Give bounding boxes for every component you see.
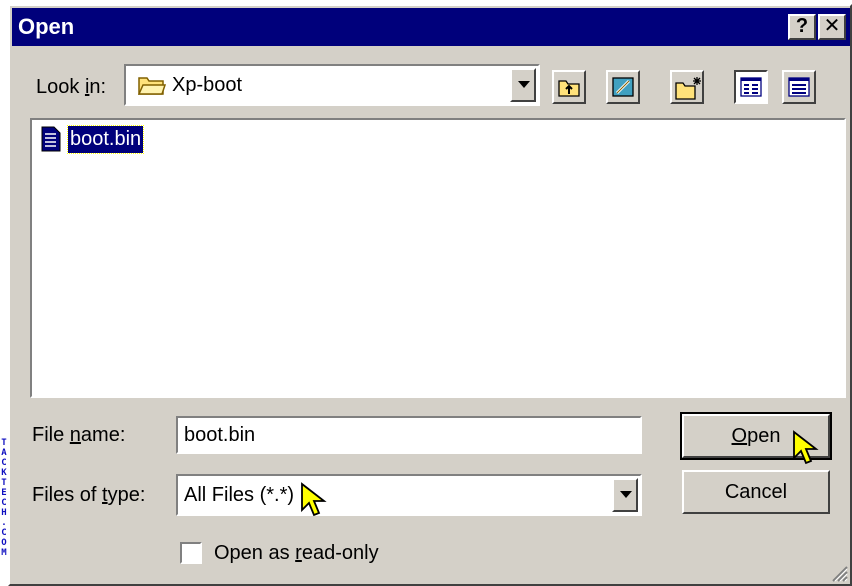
look-in-label: Look in: bbox=[36, 76, 107, 98]
open-dialog: Open ? ✕ Look in: Xp-boot boot.bin File … bbox=[8, 4, 852, 586]
files-of-type-value: All Files (*.*) bbox=[184, 484, 295, 506]
look-in-dropdown-button[interactable] bbox=[510, 68, 536, 102]
look-in-value: Xp-boot bbox=[172, 74, 243, 96]
folder-icon bbox=[138, 77, 166, 95]
files-of-type-label: Files of type: bbox=[32, 484, 146, 506]
up-one-level-icon bbox=[558, 80, 580, 97]
list-view-button[interactable] bbox=[734, 70, 768, 104]
go-to-desktop-button[interactable] bbox=[606, 70, 640, 104]
watermark-text: TACKTECH.COM bbox=[1, 438, 7, 558]
close-button[interactable]: ✕ bbox=[818, 14, 846, 40]
up-one-level-button[interactable] bbox=[552, 70, 586, 104]
read-only-checkbox[interactable] bbox=[180, 542, 202, 564]
file-item-name: boot.bin bbox=[66, 125, 145, 154]
new-folder-icon bbox=[675, 77, 701, 100]
document-icon bbox=[41, 126, 61, 152]
file-name-input[interactable]: boot.bin bbox=[176, 416, 642, 454]
help-button[interactable]: ? bbox=[788, 14, 816, 40]
desktop-icon bbox=[612, 77, 634, 97]
files-of-type-dropdown-button[interactable] bbox=[612, 478, 638, 512]
create-new-folder-button[interactable] bbox=[670, 70, 704, 104]
dialog-title: Open bbox=[18, 14, 75, 39]
file-name-value: boot.bin bbox=[184, 424, 256, 446]
look-in-combo[interactable]: Xp-boot bbox=[124, 64, 540, 106]
resize-grip-icon[interactable] bbox=[830, 564, 848, 582]
mouse-pointer-icon bbox=[301, 482, 327, 517]
cancel-button[interactable]: Cancel bbox=[682, 470, 830, 514]
files-of-type-combo[interactable]: All Files (*.*) bbox=[176, 474, 642, 516]
title-bar[interactable]: Open ? ✕ bbox=[12, 8, 850, 46]
read-only-label[interactable]: Open as read-only bbox=[214, 542, 379, 565]
file-name-label: File name: bbox=[32, 424, 126, 446]
file-list[interactable]: boot.bin bbox=[30, 118, 846, 398]
list-view-icon bbox=[740, 77, 762, 97]
mouse-pointer-icon bbox=[793, 430, 819, 465]
details-view-button[interactable] bbox=[782, 70, 816, 104]
details-view-icon bbox=[788, 77, 810, 97]
